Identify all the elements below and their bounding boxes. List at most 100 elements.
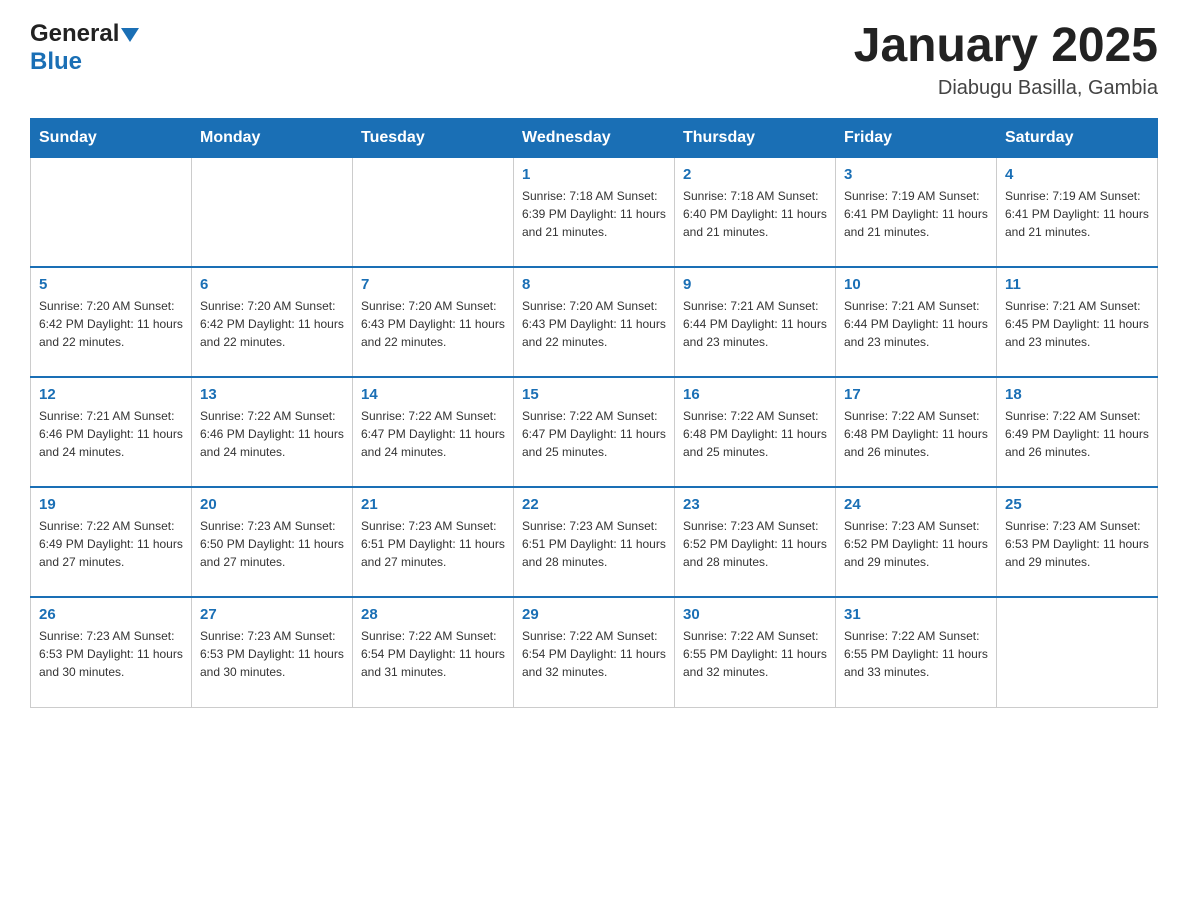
day-number: 3: [844, 166, 988, 183]
calendar-cell: 22Sunrise: 7:23 AM Sunset: 6:51 PM Dayli…: [514, 487, 675, 597]
day-number: 17: [844, 386, 988, 403]
day-number: 5: [39, 276, 183, 293]
calendar-cell: 11 Sunrise: 7:21 AM Sunset: 6:45 PM Dayli…: [997, 267, 1158, 377]
day-number: 23: [683, 496, 827, 513]
day-number: 9: [683, 276, 827, 293]
day-number: 1: [522, 166, 666, 183]
day-number: 16: [683, 386, 827, 403]
calendar-cell: 24 Sunrise: 7:23 AM Sunset: 6:52 PM Dayli…: [836, 487, 997, 597]
day-info: Sunrise: 7:22 AM Sunset: 6:48 PM Dayligh…: [844, 407, 988, 461]
calendar-cell: 26 Sunrise: 7:23 AM Sunset: 6:53 PM Dayli…: [31, 597, 192, 707]
day-info: Sunrise: 7:23 AM Sunset: 6:53 PM Dayligh…: [39, 627, 183, 681]
day-info: Sunrise: 7:22 AM Sunset: 6:48 PM Dayligh…: [683, 407, 827, 461]
day-number: 2: [683, 166, 827, 183]
day-info: Sunrise: 7:18 AM Sunset: 6:39 PM Dayligh…: [522, 187, 666, 241]
day-info: Sunrise: 7:22 AM Sunset: 6:54 PM Dayligh…: [522, 627, 666, 681]
calendar-cell: 23 Sunrise: 7:23 AM Sunset: 6:52 PM Dayli…: [675, 487, 836, 597]
calendar-cell: 21Sunrise: 7:23 AM Sunset: 6:51 PM Dayli…: [353, 487, 514, 597]
day-number: 18: [1005, 386, 1149, 403]
header-friday: Friday: [836, 118, 997, 157]
calendar-cell: 6 Sunrise: 7:20 AM Sunset: 6:42 PM Daylig…: [192, 267, 353, 377]
calendar-cell: 3 Sunrise: 7:19 AM Sunset: 6:41 PM Daylig…: [836, 157, 997, 267]
day-number: 20: [200, 496, 344, 513]
day-number: 31: [844, 606, 988, 623]
calendar-cell: 13 Sunrise: 7:22 AM Sunset: 6:46 PM Dayli…: [192, 377, 353, 487]
day-info: Sunrise: 7:21 AM Sunset: 6:45 PM Dayligh…: [1005, 297, 1149, 351]
calendar-week-row: 1 Sunrise: 7:18 AM Sunset: 6:39 PM Daylig…: [31, 157, 1158, 267]
calendar-cell: 29 Sunrise: 7:22 AM Sunset: 6:54 PM Dayli…: [514, 597, 675, 707]
day-number: 14: [361, 386, 505, 403]
calendar-title: January 2025: [854, 20, 1158, 73]
calendar-week-row: 5 Sunrise: 7:20 AM Sunset: 6:42 PM Daylig…: [31, 267, 1158, 377]
day-info: Sunrise: 7:21 AM Sunset: 6:44 PM Dayligh…: [683, 297, 827, 351]
day-info: Sunrise: 7:22 AM Sunset: 6:47 PM Dayligh…: [522, 407, 666, 461]
day-info: Sunrise: 7:20 AM Sunset: 6:43 PM Dayligh…: [361, 297, 505, 351]
day-info: Sunrise: 7:23 AM Sunset: 6:53 PM Dayligh…: [1005, 517, 1149, 571]
calendar-cell: 4Sunrise: 7:19 AM Sunset: 6:41 PM Daylig…: [997, 157, 1158, 267]
day-number: 15: [522, 386, 666, 403]
day-number: 26: [39, 606, 183, 623]
header-saturday: Saturday: [997, 118, 1158, 157]
header-wednesday: Wednesday: [514, 118, 675, 157]
header-monday: Monday: [192, 118, 353, 157]
calendar-body: 1 Sunrise: 7:18 AM Sunset: 6:39 PM Daylig…: [31, 157, 1158, 707]
calendar-cell: 14 Sunrise: 7:22 AM Sunset: 6:47 PM Dayli…: [353, 377, 514, 487]
day-number: 28: [361, 606, 505, 623]
day-info: Sunrise: 7:22 AM Sunset: 6:47 PM Dayligh…: [361, 407, 505, 461]
day-number: 10: [844, 276, 988, 293]
day-number: 8: [522, 276, 666, 293]
calendar-cell: 28 Sunrise: 7:22 AM Sunset: 6:54 PM Dayli…: [353, 597, 514, 707]
calendar-cell: 27 Sunrise: 7:23 AM Sunset: 6:53 PM Dayli…: [192, 597, 353, 707]
calendar-cell: 12 Sunrise: 7:21 AM Sunset: 6:46 PM Dayli…: [31, 377, 192, 487]
calendar-cell: 18Sunrise: 7:22 AM Sunset: 6:49 PM Dayli…: [997, 377, 1158, 487]
calendar-cell: 17 Sunrise: 7:22 AM Sunset: 6:48 PM Dayli…: [836, 377, 997, 487]
logo-blue: Blue: [30, 48, 82, 75]
calendar-cell: 1 Sunrise: 7:18 AM Sunset: 6:39 PM Daylig…: [514, 157, 675, 267]
calendar-cell: [353, 157, 514, 267]
calendar-week-row: 26 Sunrise: 7:23 AM Sunset: 6:53 PM Dayli…: [31, 597, 1158, 707]
calendar-cell: 9 Sunrise: 7:21 AM Sunset: 6:44 PM Daylig…: [675, 267, 836, 377]
day-info: Sunrise: 7:23 AM Sunset: 6:53 PM Dayligh…: [200, 627, 344, 681]
calendar-cell: 25 Sunrise: 7:23 AM Sunset: 6:53 PM Dayli…: [997, 487, 1158, 597]
calendar-header-row: Sunday Monday Tuesday Wednesday Thursday…: [31, 118, 1158, 157]
calendar-subtitle: Diabugu Basilla, Gambia: [854, 77, 1158, 100]
calendar-week-row: 12 Sunrise: 7:21 AM Sunset: 6:46 PM Dayli…: [31, 377, 1158, 487]
day-info: Sunrise: 7:21 AM Sunset: 6:44 PM Dayligh…: [844, 297, 988, 351]
day-info: Sunrise: 7:23 AM Sunset: 6:52 PM Dayligh…: [844, 517, 988, 571]
header-tuesday: Tuesday: [353, 118, 514, 157]
day-info: Sunrise: 7:22 AM Sunset: 6:49 PM Dayligh…: [39, 517, 183, 571]
day-number: 22: [522, 496, 666, 513]
logo-wordmark: General Blue: [30, 20, 139, 76]
day-info: Sunrise: 7:22 AM Sunset: 6:55 PM Dayligh…: [683, 627, 827, 681]
day-number: 25: [1005, 496, 1149, 513]
day-info: Sunrise: 7:22 AM Sunset: 6:54 PM Dayligh…: [361, 627, 505, 681]
day-info: Sunrise: 7:23 AM Sunset: 6:52 PM Dayligh…: [683, 517, 827, 571]
day-number: 11: [1005, 276, 1149, 293]
day-number: 27: [200, 606, 344, 623]
day-number: 6: [200, 276, 344, 293]
day-info: Sunrise: 7:20 AM Sunset: 6:42 PM Dayligh…: [200, 297, 344, 351]
day-number: 12: [39, 386, 183, 403]
calendar-cell: [31, 157, 192, 267]
day-number: 13: [200, 386, 344, 403]
day-info: Sunrise: 7:22 AM Sunset: 6:46 PM Dayligh…: [200, 407, 344, 461]
logo-general: General: [30, 20, 119, 47]
day-info: Sunrise: 7:20 AM Sunset: 6:42 PM Dayligh…: [39, 297, 183, 351]
page-header: General Blue January 2025 Diabugu Basill…: [30, 20, 1158, 100]
header-sunday: Sunday: [31, 118, 192, 157]
calendar-cell: 2Sunrise: 7:18 AM Sunset: 6:40 PM Daylig…: [675, 157, 836, 267]
day-info: Sunrise: 7:21 AM Sunset: 6:46 PM Dayligh…: [39, 407, 183, 461]
day-info: Sunrise: 7:20 AM Sunset: 6:43 PM Dayligh…: [522, 297, 666, 351]
day-number: 24: [844, 496, 988, 513]
calendar-cell: 16 Sunrise: 7:22 AM Sunset: 6:48 PM Dayli…: [675, 377, 836, 487]
calendar-cell: 31Sunrise: 7:22 AM Sunset: 6:55 PM Dayli…: [836, 597, 997, 707]
calendar-table: Sunday Monday Tuesday Wednesday Thursday…: [30, 118, 1158, 708]
day-number: 21: [361, 496, 505, 513]
calendar-week-row: 19 Sunrise: 7:22 AM Sunset: 6:49 PM Dayli…: [31, 487, 1158, 597]
day-number: 29: [522, 606, 666, 623]
day-info: Sunrise: 7:19 AM Sunset: 6:41 PM Dayligh…: [844, 187, 988, 241]
calendar-cell: 19 Sunrise: 7:22 AM Sunset: 6:49 PM Dayli…: [31, 487, 192, 597]
day-number: 19: [39, 496, 183, 513]
day-number: 4: [1005, 166, 1149, 183]
calendar-cell: [192, 157, 353, 267]
